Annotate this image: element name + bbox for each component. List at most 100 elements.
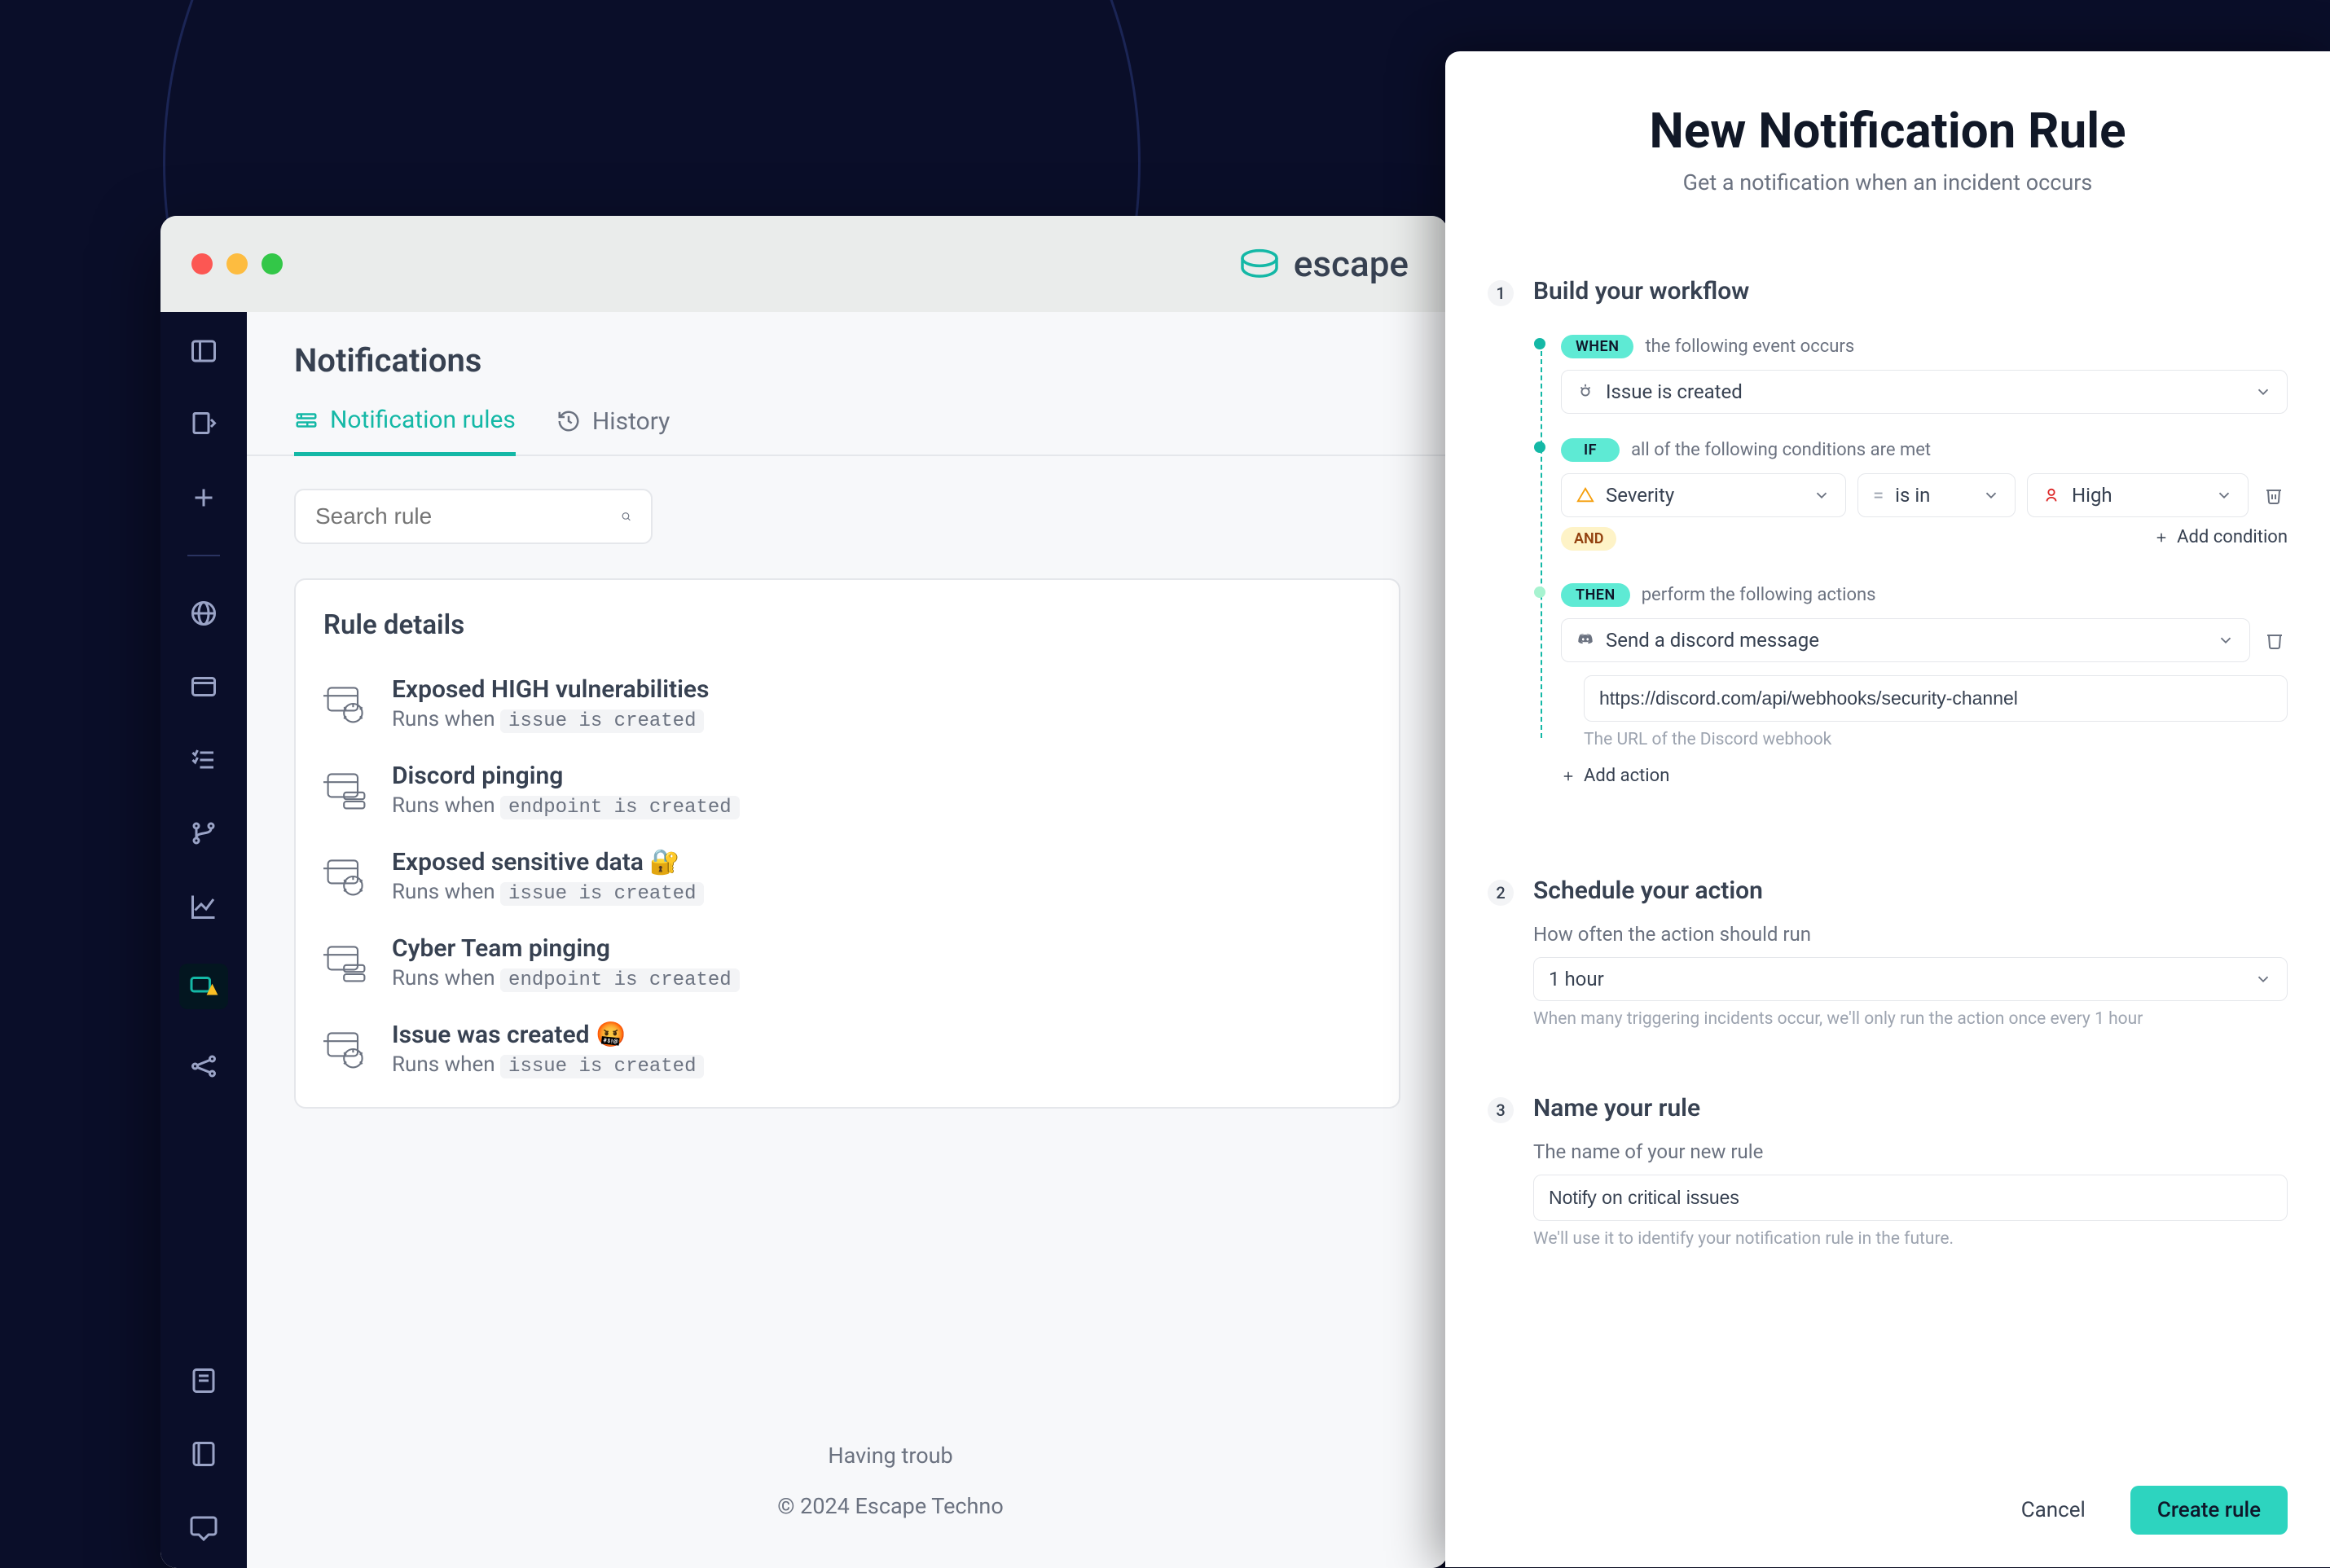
rule-item[interactable]: Exposed HIGH vulnerabilitiesRuns when is… — [306, 661, 1389, 747]
warning-icon — [1576, 486, 1594, 504]
plus-icon — [2154, 530, 2169, 545]
main-content: Notifications Notification rules History — [247, 312, 1448, 1568]
action-value: Send a discord message — [1606, 629, 1819, 652]
step-2-title: Schedule your action — [1533, 876, 2288, 905]
name-help: We'll use it to identify your notificati… — [1533, 1229, 2288, 1249]
brand-logo: escape — [1237, 241, 1417, 287]
rule-sub: Runs when issue is created — [392, 1052, 704, 1078]
when-pill: WHEN — [1561, 335, 1633, 358]
rule-name: Issue was created 🤬 — [392, 1021, 704, 1049]
rule-name: Cyber Team pinging — [392, 934, 740, 963]
footer-help: Having troub — [247, 1443, 1448, 1469]
sidebar-item-add[interactable] — [187, 481, 220, 514]
webhook-url-input[interactable] — [1584, 675, 2288, 722]
rules-icon — [294, 408, 319, 433]
add-action-label: Add action — [1584, 766, 1669, 786]
add-action-button[interactable]: Add action — [1561, 766, 1669, 786]
sidebar-item-database[interactable] — [187, 408, 220, 441]
step-3-title: Name your rule — [1533, 1094, 2288, 1122]
when-sub: the following event occurs — [1645, 336, 1854, 357]
equals-icon: = — [1873, 484, 1884, 507]
sidebar-item-chat[interactable] — [187, 1511, 220, 1544]
rule-name: Exposed HIGH vulnerabilities — [392, 675, 709, 704]
condition-operator-value: is in — [1895, 484, 1930, 507]
rule-name: Exposed sensitive data 🔐 — [392, 848, 704, 876]
rule-sub: Runs when endpoint is created — [392, 793, 740, 819]
tab-history[interactable]: History — [556, 406, 670, 455]
rule-item[interactable]: Issue was created 🤬 Runs when issue is cr… — [306, 1006, 1389, 1092]
sidebar-item-globe[interactable] — [187, 597, 220, 630]
condition-value-select[interactable]: High — [2027, 473, 2249, 517]
rule-item[interactable]: Exposed sensitive data 🔐Runs when issue … — [306, 833, 1389, 920]
issue-icon — [323, 1026, 369, 1072]
sidebar-item-panels[interactable] — [187, 335, 220, 367]
step-1-badge: 1 — [1488, 280, 1514, 306]
schedule-help: When many triggering incidents occur, we… — [1533, 1009, 2288, 1029]
endpoint-icon — [323, 940, 369, 986]
search-input[interactable] — [315, 503, 609, 529]
trash-icon — [2264, 485, 2284, 505]
sidebar-item-alerts[interactable] — [179, 964, 228, 1009]
traffic-lights — [191, 253, 283, 275]
issue-icon — [323, 681, 369, 727]
app-window: escape Notifications — [160, 216, 1448, 1568]
sidebar-item-book[interactable] — [187, 1438, 220, 1470]
when-event-select[interactable]: Issue is created — [1561, 370, 2288, 414]
schedule-select[interactable]: 1 hour — [1533, 957, 2288, 1001]
rules-panel-title: Rule details — [306, 609, 1389, 661]
traffic-minimize[interactable] — [226, 253, 248, 275]
condition-delete-button[interactable] — [2260, 481, 2288, 509]
add-condition-button[interactable]: Add condition — [2154, 527, 2288, 547]
traffic-close[interactable] — [191, 253, 213, 275]
chevron-down-icon — [1813, 486, 1831, 504]
create-rule-button[interactable]: Create rule — [2130, 1486, 2288, 1535]
when-event-value: Issue is created — [1606, 380, 1743, 403]
rule-item[interactable]: Cyber Team pinging Runs when endpoint is … — [306, 920, 1389, 1006]
search-input-wrap[interactable] — [294, 489, 653, 544]
tab-history-label: History — [592, 407, 670, 436]
discord-icon — [1576, 631, 1594, 649]
sidebar-item-docs[interactable] — [187, 1364, 220, 1397]
if-sub: all of the following conditions are met — [1631, 440, 1931, 460]
sidebar-item-chart[interactable] — [187, 890, 220, 923]
brand-name: escape — [1294, 243, 1409, 285]
escape-logo-icon — [1237, 241, 1282, 287]
condition-field-select[interactable]: Severity — [1561, 473, 1846, 517]
chevron-down-icon — [2254, 383, 2272, 401]
action-select[interactable]: Send a discord message — [1561, 618, 2250, 662]
action-delete-button[interactable] — [2262, 626, 2288, 654]
modal-title: New Notification Rule — [1488, 102, 2288, 160]
rules-panel: Rule details Exposed HIGH vulnerabilitie… — [294, 578, 1400, 1109]
chevron-down-icon — [2217, 631, 2235, 649]
rule-sub: Runs when endpoint is created — [392, 966, 740, 991]
footer: Having troub © 2024 Escape Techno — [247, 1418, 1448, 1519]
rule-name-input[interactable] — [1533, 1175, 2288, 1221]
sidebar-item-checklist[interactable] — [187, 744, 220, 776]
sidebar-item-branch[interactable] — [187, 817, 220, 850]
titlebar: escape — [160, 216, 1448, 312]
rule-name: Discord pinging — [392, 762, 740, 790]
then-sub: perform the following actions — [1642, 585, 1876, 605]
add-condition-label: Add condition — [2177, 527, 2288, 547]
endpoint-icon — [323, 767, 369, 813]
sidebar-item-window[interactable] — [187, 670, 220, 703]
step-2-badge: 2 — [1488, 880, 1514, 906]
name-label: The name of your new rule — [1533, 1140, 2288, 1163]
issue-icon — [323, 854, 369, 899]
step-3-badge: 3 — [1488, 1097, 1514, 1123]
and-pill: AND — [1561, 527, 1616, 551]
trash-icon — [2265, 630, 2284, 650]
sidebar-item-network[interactable] — [187, 1050, 220, 1083]
condition-operator-select[interactable]: = is in — [1857, 473, 2016, 517]
sidebar — [160, 312, 247, 1568]
rule-item[interactable]: Discord pinging Runs when endpoint is cre… — [306, 747, 1389, 833]
chevron-down-icon — [2254, 970, 2272, 988]
traffic-fullscreen[interactable] — [262, 253, 283, 275]
condition-field-value: Severity — [1606, 484, 1674, 507]
schedule-label: How often the action should run — [1533, 923, 2288, 946]
plus-icon — [1561, 769, 1576, 784]
severity-high-icon — [2042, 486, 2060, 504]
cancel-button[interactable]: Cancel — [1994, 1486, 2112, 1535]
tab-notification-rules[interactable]: Notification rules — [294, 406, 516, 456]
webhook-help: The URL of the Discord webhook — [1584, 730, 2288, 749]
